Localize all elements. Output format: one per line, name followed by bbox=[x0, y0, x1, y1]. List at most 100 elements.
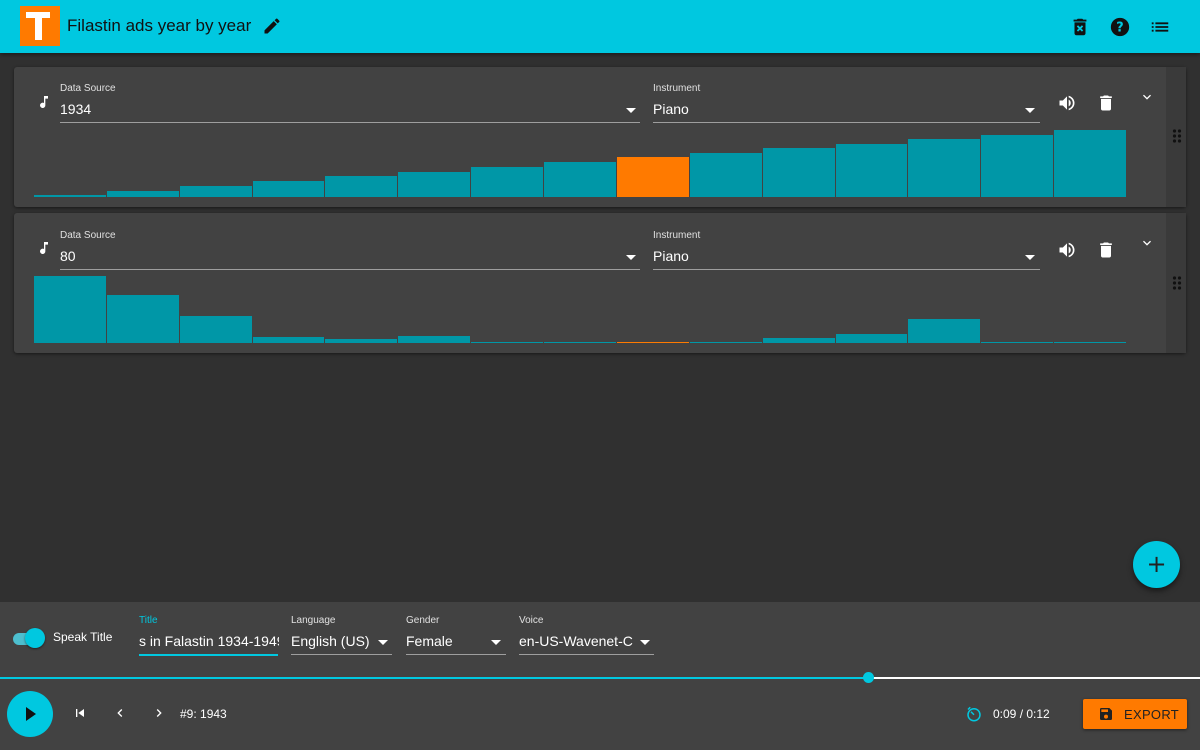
data-bar[interactable] bbox=[835, 334, 908, 343]
progress-fill bbox=[0, 677, 868, 679]
title-input[interactable]: s in Falastin 1934-1949 bbox=[139, 633, 279, 649]
instrument-underline bbox=[653, 269, 1040, 270]
edit-icon[interactable] bbox=[262, 16, 282, 36]
voice-label: Voice bbox=[519, 615, 544, 626]
data-bar[interactable] bbox=[252, 337, 325, 343]
voice-underline bbox=[519, 654, 654, 655]
voice-select[interactable]: en-US-Wavenet-C bbox=[519, 633, 633, 649]
data-bar[interactable] bbox=[398, 336, 471, 343]
data-bar[interactable] bbox=[689, 153, 762, 197]
delete-all-icon[interactable] bbox=[1069, 16, 1091, 38]
language-label: Language bbox=[291, 615, 336, 626]
data-source-underline bbox=[60, 269, 640, 270]
data-source-select[interactable]: 80 bbox=[60, 248, 76, 264]
play-icon bbox=[26, 707, 36, 721]
data-bar[interactable] bbox=[179, 316, 252, 343]
help-icon[interactable]: ? bbox=[1109, 16, 1131, 38]
skip-to-start-icon[interactable] bbox=[72, 705, 88, 721]
drag-handle-icon[interactable] bbox=[1172, 129, 1182, 143]
data-bar[interactable] bbox=[1054, 130, 1126, 197]
toggle-knob[interactable] bbox=[25, 628, 45, 648]
data-bar[interactable] bbox=[544, 342, 616, 343]
add-track-button[interactable]: + bbox=[1133, 541, 1180, 588]
data-bar[interactable] bbox=[325, 339, 398, 343]
expand-icon[interactable] bbox=[1139, 235, 1155, 251]
data-bar[interactable] bbox=[981, 342, 1054, 343]
current-frame-label: #9: 1943 bbox=[180, 707, 227, 721]
chevron-down-icon[interactable] bbox=[491, 640, 501, 645]
data-bar[interactable] bbox=[908, 319, 981, 343]
svg-text:?: ? bbox=[1116, 21, 1123, 36]
data-bar[interactable] bbox=[252, 181, 325, 197]
data-bar[interactable] bbox=[179, 186, 252, 197]
track-bar-chart bbox=[34, 276, 1127, 343]
app-logo bbox=[20, 6, 60, 46]
timer-icon[interactable] bbox=[965, 705, 983, 723]
expand-icon[interactable] bbox=[1139, 89, 1155, 105]
data-bar[interactable] bbox=[325, 176, 398, 197]
gender-select[interactable]: Female bbox=[406, 633, 453, 649]
data-bar[interactable] bbox=[762, 148, 835, 197]
play-button[interactable] bbox=[7, 691, 53, 737]
instrument-underline bbox=[653, 122, 1040, 123]
data-bar[interactable] bbox=[908, 139, 981, 197]
data-bar[interactable] bbox=[34, 276, 106, 343]
chevron-down-icon[interactable] bbox=[640, 640, 650, 645]
export-button[interactable]: EXPORT bbox=[1083, 699, 1187, 729]
app-bar: Filastin ads year by year ? bbox=[0, 0, 1200, 53]
data-bar[interactable] bbox=[616, 157, 689, 197]
data-source-label: Data Source bbox=[60, 83, 116, 94]
instrument-label: Instrument bbox=[653, 230, 701, 241]
speak-title-label: Speak Title bbox=[53, 630, 113, 644]
speech-settings-bar: Speak Title Title s in Falastin 1934-194… bbox=[0, 602, 1200, 678]
save-icon bbox=[1100, 708, 1112, 720]
export-label: EXPORT bbox=[1124, 707, 1180, 722]
chevron-down-icon[interactable] bbox=[1025, 108, 1035, 113]
chevron-down-icon[interactable] bbox=[378, 640, 388, 645]
chevron-down-icon[interactable] bbox=[626, 255, 636, 260]
data-bar[interactable] bbox=[616, 342, 689, 343]
data-bar[interactable] bbox=[471, 167, 544, 197]
language-select[interactable]: English (US) bbox=[291, 633, 370, 649]
data-source-label: Data Source bbox=[60, 230, 116, 241]
gender-label: Gender bbox=[406, 615, 440, 626]
data-bar[interactable] bbox=[34, 195, 106, 197]
chevron-down-icon[interactable] bbox=[1025, 255, 1035, 260]
data-bar[interactable] bbox=[106, 295, 179, 343]
previous-icon[interactable] bbox=[112, 705, 128, 721]
track-bar-chart bbox=[34, 130, 1127, 197]
instrument-select[interactable]: Piano bbox=[653, 101, 689, 117]
data-bar[interactable] bbox=[471, 342, 544, 343]
player-bar: #9: 1943 0:09 / 0:12 EXPORT bbox=[0, 672, 1200, 750]
data-bar[interactable] bbox=[106, 191, 179, 197]
track-card-2: Data Source 80 Instrument Piano bbox=[14, 213, 1186, 353]
gender-underline bbox=[406, 654, 506, 655]
music-note-icon bbox=[40, 242, 48, 255]
trash-icon[interactable] bbox=[1096, 240, 1116, 260]
time-readout: 0:09 / 0:12 bbox=[993, 707, 1050, 721]
data-bar[interactable] bbox=[1054, 342, 1126, 343]
next-icon[interactable] bbox=[151, 705, 167, 721]
data-bar[interactable] bbox=[689, 342, 762, 343]
data-bar[interactable] bbox=[544, 162, 616, 197]
list-icon[interactable] bbox=[1149, 16, 1171, 38]
title-label: Title bbox=[139, 615, 158, 626]
data-bar[interactable] bbox=[835, 144, 908, 197]
chevron-down-icon[interactable] bbox=[626, 108, 636, 113]
data-bar[interactable] bbox=[398, 172, 471, 197]
data-bar[interactable] bbox=[981, 135, 1054, 197]
project-title[interactable]: Filastin ads year by year bbox=[67, 16, 251, 36]
language-underline bbox=[291, 654, 392, 655]
title-underline bbox=[139, 654, 278, 656]
data-bar[interactable] bbox=[762, 338, 835, 343]
volume-icon[interactable] bbox=[1057, 93, 1077, 113]
trash-icon[interactable] bbox=[1096, 93, 1116, 113]
progress-handle[interactable] bbox=[862, 672, 874, 683]
volume-icon[interactable] bbox=[1057, 240, 1077, 260]
data-source-select[interactable]: 1934 bbox=[60, 101, 91, 117]
data-source-underline bbox=[60, 122, 640, 123]
drag-handle-icon[interactable] bbox=[1172, 276, 1182, 290]
instrument-select[interactable]: Piano bbox=[653, 248, 689, 264]
track-card-1: Data Source 1934 Instrument Piano bbox=[14, 67, 1186, 207]
music-note-icon bbox=[40, 96, 48, 109]
